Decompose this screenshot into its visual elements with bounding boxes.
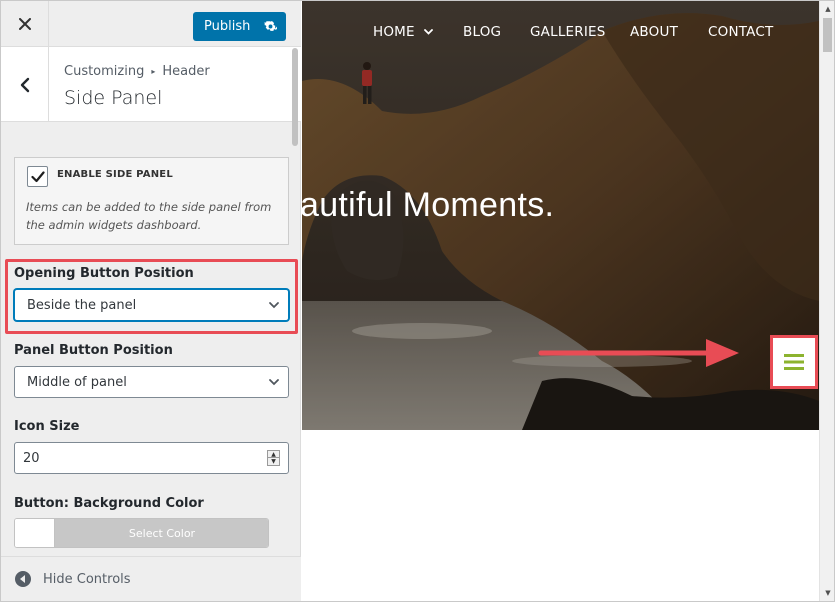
customizer-window: Publish Customizing ▸ Header Side Panel … [0,0,835,602]
opening-button-position-label: Opening Button Position [14,266,194,281]
publish-label: Publish [204,19,251,34]
customizer-header: Publish [1,1,301,47]
gear-icon [264,20,277,31]
publish-settings-button[interactable] [255,12,286,41]
nav-item-contact[interactable]: CONTACT [708,24,773,40]
section-title: Side Panel [64,87,163,109]
back-button[interactable] [1,47,49,122]
nav-home-label: HOME [373,24,415,40]
nav-item-blog[interactable]: BLOG [463,24,501,40]
color-swatch [15,519,55,547]
breadcrumb: Customizing ▸ Header [64,64,210,79]
panel-button-position-label: Panel Button Position [14,343,173,358]
icon-size-value: 20 [23,450,40,466]
checkmark-icon [30,170,45,182]
close-customizer-button[interactable] [1,1,49,47]
sidebar-scrollbar[interactable] [292,48,298,146]
hero-heading: autiful Moments. [302,186,555,224]
scroll-up-icon[interactable]: ▲ [820,1,834,17]
annotation-arrow-icon [538,339,739,367]
side-panel-open-button[interactable] [770,335,818,389]
enable-side-panel-description: Items can be added to the side panel fro… [26,200,272,232]
select-color-label: Select Color [55,519,268,547]
nav-item-galleries[interactable]: GALLERIES [530,24,606,40]
preview-scroll-thumb[interactable] [823,18,832,52]
panel-button-position-value: Middle of panel [27,374,127,390]
enable-side-panel-label: ENABLE SIDE PANEL [57,169,173,180]
hero-banner: HOME BLOG GALLERIES ABOUT CONTACT autifu… [302,1,819,430]
spin-down-icon[interactable]: ▼ [268,458,279,465]
preview-scrollbar[interactable]: ▲ ▼ [819,1,834,601]
chevron-down-icon [269,379,279,386]
nav-item-home[interactable]: HOME [373,24,434,40]
button-bg-color-label: Button: Background Color [14,496,204,511]
site-preview: HOME BLOG GALLERIES ABOUT CONTACT autifu… [302,1,819,601]
hide-controls-label: Hide Controls [43,571,131,587]
icon-size-label: Icon Size [14,419,80,434]
opening-button-position-select[interactable]: Beside the panel [14,289,289,321]
hide-controls-button[interactable]: Hide Controls [1,556,301,601]
collapse-left-icon [15,571,31,587]
chevron-down-icon [424,29,434,35]
icon-size-input[interactable]: 20 ▲ ▼ [14,442,289,474]
close-icon [18,18,31,30]
site-navigation: HOME BLOG GALLERIES ABOUT CONTACT [302,24,819,44]
section-header: Customizing ▸ Header Side Panel [1,47,301,122]
hamburger-menu-icon [784,354,804,370]
chevron-left-icon [20,77,29,92]
enable-side-panel-checkbox[interactable] [27,166,48,187]
spin-up-icon[interactable]: ▲ [268,451,279,458]
icon-size-spinner: ▲ ▼ [267,450,280,466]
nav-item-about[interactable]: ABOUT [630,24,678,40]
breadcrumb-current: Header [162,64,210,79]
select-color-button[interactable]: Select Color [14,518,269,548]
publish-button[interactable]: Publish [193,12,286,41]
breadcrumb-parent: Customizing [64,64,145,79]
scroll-down-icon[interactable]: ▼ [820,585,834,601]
opening-button-position-value: Beside the panel [27,297,137,313]
chevron-down-icon [269,302,279,309]
customizer-sidebar: Publish Customizing ▸ Header Side Panel … [1,1,301,601]
panel-button-position-select[interactable]: Middle of panel [14,366,289,398]
breadcrumb-separator-icon: ▸ [151,67,156,76]
enable-side-panel-box: ENABLE SIDE PANEL Items can be added to … [14,157,289,245]
